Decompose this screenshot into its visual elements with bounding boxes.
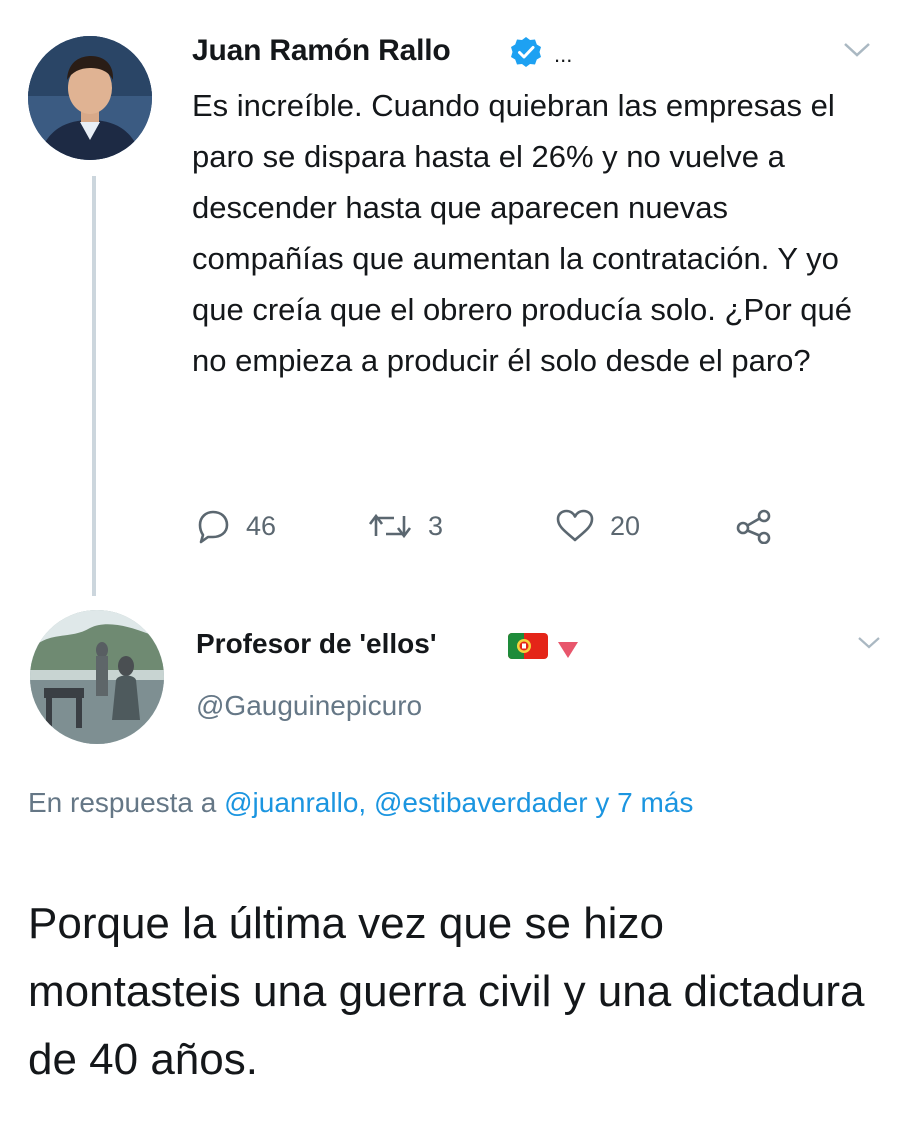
mention-link[interactable]: @juanrallo, [224, 787, 366, 818]
reply-count: 46 [246, 510, 277, 541]
verified-badge-icon [510, 36, 542, 68]
reply-icon [198, 510, 229, 544]
tweet-text: Es increíble. Cuando quiebran las empres… [192, 88, 853, 378]
red-triangle-icon [556, 640, 580, 665]
reply-context-prefix: En respuesta a [28, 787, 217, 818]
author-avatar[interactable] [28, 36, 152, 160]
heart-icon [556, 509, 594, 542]
like-count: 20 [610, 510, 641, 541]
reply-author-handle[interactable]: @Gauguinepicuro [196, 690, 422, 722]
retweet-icon [368, 513, 412, 539]
more-options[interactable]: ... [554, 42, 572, 68]
avatar-portrait [28, 36, 152, 160]
chevron-down-icon[interactable] [842, 40, 872, 60]
reply-chevron-down-icon[interactable] [856, 634, 882, 652]
reply-context: En respuesta a @juanrallo, @estibaverdad… [28, 778, 848, 828]
thread-line [92, 176, 96, 596]
retweet-count: 3 [428, 510, 444, 541]
reply-text: Porque la última vez que se hizo montast… [28, 899, 865, 1084]
retweet-button[interactable]: 3 [366, 508, 443, 544]
share-icon [736, 509, 771, 544]
avatar-photo [30, 610, 164, 744]
share-button[interactable] [734, 508, 774, 544]
reply-author-name[interactable]: Profesor de 'ellos' [196, 628, 437, 660]
mention-link[interactable]: @estibaverdader [374, 787, 588, 818]
reply-author-avatar[interactable] [30, 610, 164, 744]
reply-button[interactable]: 46 [192, 508, 276, 544]
portugal-flag-icon [508, 633, 548, 659]
like-button[interactable]: 20 [554, 508, 640, 544]
more-mentions-link[interactable]: y 7 más [595, 787, 693, 818]
author-name[interactable]: Juan Ramón Rallo [192, 34, 451, 68]
